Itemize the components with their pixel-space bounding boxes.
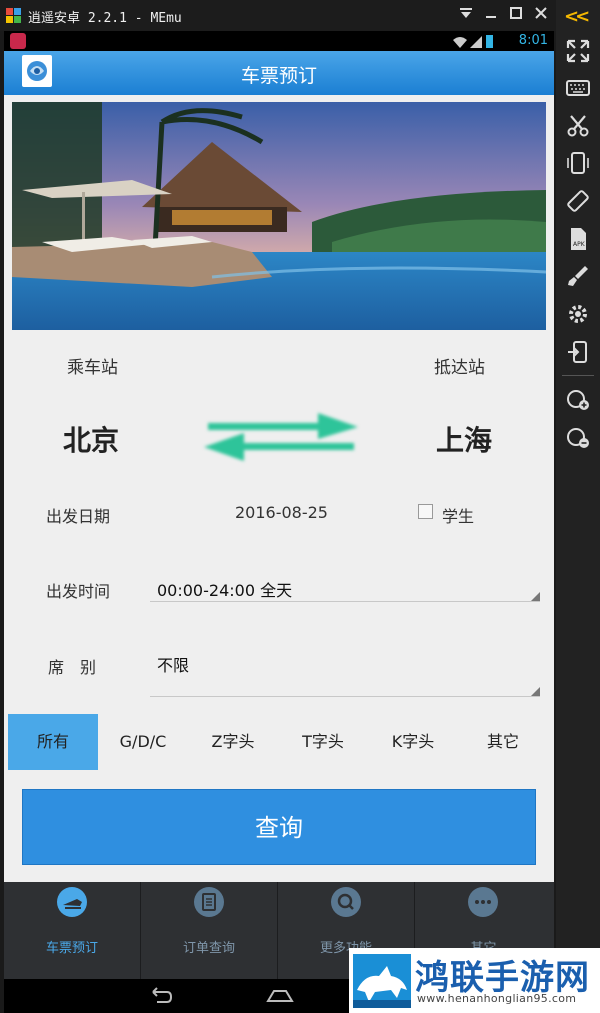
seat-select-value[interactable]: 不限 xyxy=(157,652,189,676)
swap-stations-icon[interactable] xyxy=(200,409,362,465)
scissors-icon[interactable] xyxy=(565,113,591,139)
student-checkbox[interactable] xyxy=(418,504,433,519)
memu-logo-icon xyxy=(6,8,21,23)
seat-select-underline xyxy=(150,696,540,697)
emulator-titlebar: 逍遥安卓 2.2.1 - MEmu xyxy=(0,0,600,31)
tab-other[interactable]: 其它 xyxy=(458,714,548,770)
fullscreen-icon[interactable] xyxy=(565,38,591,64)
toolbar-divider xyxy=(562,375,594,376)
seat-label: 席 别 xyxy=(48,658,97,677)
svg-text:APK: APK xyxy=(573,241,586,248)
emulator-toolbar: << APK xyxy=(556,0,600,1013)
date-value[interactable]: 2016-08-25 xyxy=(235,503,328,522)
clean-brush-icon[interactable] xyxy=(565,263,591,289)
notification-app-icon xyxy=(10,33,26,49)
wifi-signal-battery-icon xyxy=(453,35,493,48)
nav-order-query[interactable]: 订单查询 xyxy=(141,882,278,979)
rotate-screen-icon[interactable] xyxy=(565,188,591,214)
nav-ticket-booking[interactable]: 车票预订 xyxy=(4,882,141,979)
keyboard-icon[interactable] xyxy=(565,75,591,101)
collapse-toolbar-icon[interactable]: << xyxy=(564,6,590,27)
tab-all[interactable]: 所有 xyxy=(8,714,98,770)
order-icon xyxy=(194,887,224,917)
page-title: 车票预订 xyxy=(240,65,317,87)
more-icon xyxy=(468,887,498,917)
apk-install-icon[interactable]: APK xyxy=(565,226,591,252)
student-label: 学生 xyxy=(442,507,475,526)
time-select-value[interactable]: 00:00-24:00 全天 xyxy=(157,577,292,601)
tab-gdc[interactable]: G/D/C xyxy=(98,714,188,770)
time-label: 出发时间 xyxy=(46,582,111,601)
dropdown-menu-button[interactable] xyxy=(457,6,475,24)
search-icon xyxy=(331,887,361,917)
to-city[interactable]: 上海 xyxy=(436,419,492,459)
tab-t-trains[interactable]: T字头 xyxy=(278,714,368,770)
time-select-underline xyxy=(150,601,540,602)
status-time: 8:01 xyxy=(518,33,548,48)
exit-phone-icon[interactable] xyxy=(565,339,591,365)
app-header: 车票预订 xyxy=(4,51,554,95)
train-type-tabs: 所有 G/D/C Z字头 T字头 K字头 其它 xyxy=(8,714,548,770)
back-icon[interactable] xyxy=(147,986,173,1006)
watermark-overlay: 鸿联手游网 www.henanhonglian95.com xyxy=(349,948,600,1013)
maximize-button[interactable] xyxy=(507,6,525,24)
volume-down-icon[interactable] xyxy=(565,424,591,450)
train-icon xyxy=(57,887,87,917)
close-button[interactable] xyxy=(532,6,550,24)
tab-z-trains[interactable]: Z字头 xyxy=(188,714,278,770)
tab-k-trains[interactable]: K字头 xyxy=(368,714,458,770)
time-select-dropdown-icon[interactable] xyxy=(531,592,540,601)
to-station-label: 抵达站 xyxy=(434,358,485,378)
emulator-title: 逍遥安卓 2.2.1 - MEmu xyxy=(28,11,182,26)
date-label: 出发日期 xyxy=(46,507,111,526)
nav-label-ticket-booking: 车票预订 xyxy=(45,941,98,956)
watermark-logo xyxy=(353,954,411,1008)
seat-select-dropdown-icon[interactable] xyxy=(531,687,540,696)
shake-phone-icon[interactable] xyxy=(565,150,591,176)
home-icon[interactable] xyxy=(266,987,294,1005)
nav-label-order-query: 订单查询 xyxy=(182,941,235,956)
android-screen: 8:01 车票预订 乘车站 抵达站 北京 上海 出发日期 2016-08-25 … xyxy=(4,31,554,979)
banner-image xyxy=(12,102,546,330)
from-city[interactable]: 北京 xyxy=(63,419,119,459)
volume-up-icon[interactable] xyxy=(565,386,591,412)
minimize-button[interactable] xyxy=(482,6,500,24)
watermark-url: www.henanhonglian95.com xyxy=(417,992,577,1005)
settings-gear-icon[interactable] xyxy=(565,301,591,327)
query-button[interactable]: 查询 xyxy=(22,789,536,865)
from-station-label: 乘车站 xyxy=(67,358,118,378)
status-bar: 8:01 xyxy=(4,31,554,51)
